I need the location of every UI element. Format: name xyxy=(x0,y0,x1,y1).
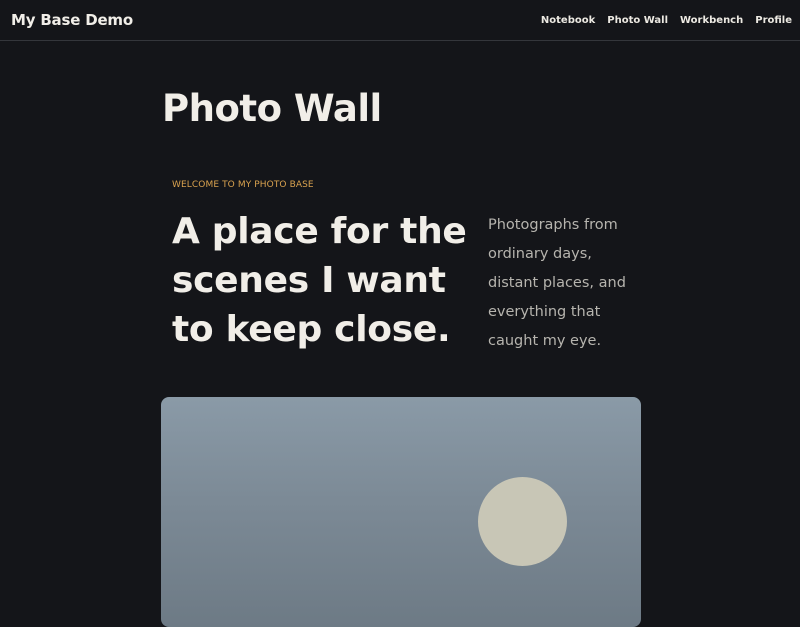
hero-description: Photographs from ordinary days, distant … xyxy=(488,217,626,349)
main-nav: Notebook Photo Wall Workbench Profile xyxy=(541,15,792,26)
nav-link-profile[interactable]: Profile xyxy=(755,15,792,26)
page-title: Photo Wall xyxy=(162,87,382,130)
nav-link-photo-wall[interactable]: Photo Wall xyxy=(607,15,668,26)
hero-headline: A place for the scenes I want to keep cl… xyxy=(172,211,467,350)
top-navbar: My Base Demo Notebook Photo Wall Workben… xyxy=(0,0,800,41)
featured-photo[interactable] xyxy=(161,397,641,627)
brand-logo-link[interactable]: My Base Demo xyxy=(11,11,133,29)
hero-eyebrow: WELCOME TO MY PHOTO BASE xyxy=(172,180,314,190)
photo-sun-shape xyxy=(478,477,567,566)
nav-link-workbench[interactable]: Workbench xyxy=(680,15,743,26)
nav-link-notebook[interactable]: Notebook xyxy=(541,15,595,26)
